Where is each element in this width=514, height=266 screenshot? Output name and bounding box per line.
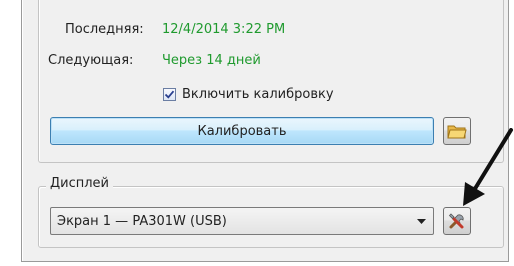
last-calibration-value: 12/4/2014 3:22 PM (162, 22, 286, 37)
next-calibration-value: Через 14 дней (162, 53, 261, 68)
enable-calibration-checkbox[interactable] (163, 88, 176, 101)
checkmark-icon (164, 90, 175, 99)
display-group-label: Дисплей (46, 176, 114, 191)
chevron-down-icon (409, 218, 433, 224)
display-settings-button[interactable] (443, 207, 471, 235)
tools-icon (448, 213, 464, 229)
enable-calibration-label: Включить калибровку (182, 87, 334, 102)
display-select[interactable]: Экран 1 — PA301W (USB) (50, 207, 434, 235)
calibrate-button-label: Калибровать (197, 123, 287, 139)
display-select-value: Экран 1 — PA301W (USB) (57, 213, 227, 229)
enable-calibration-checkbox-row[interactable]: Включить калибровку (163, 87, 334, 102)
last-calibration-label: Последняя: (65, 22, 144, 37)
calibrate-button[interactable]: Калибровать (50, 117, 434, 145)
annotation-arrow-icon (463, 128, 513, 206)
next-calibration-label: Следующая: (48, 53, 134, 68)
